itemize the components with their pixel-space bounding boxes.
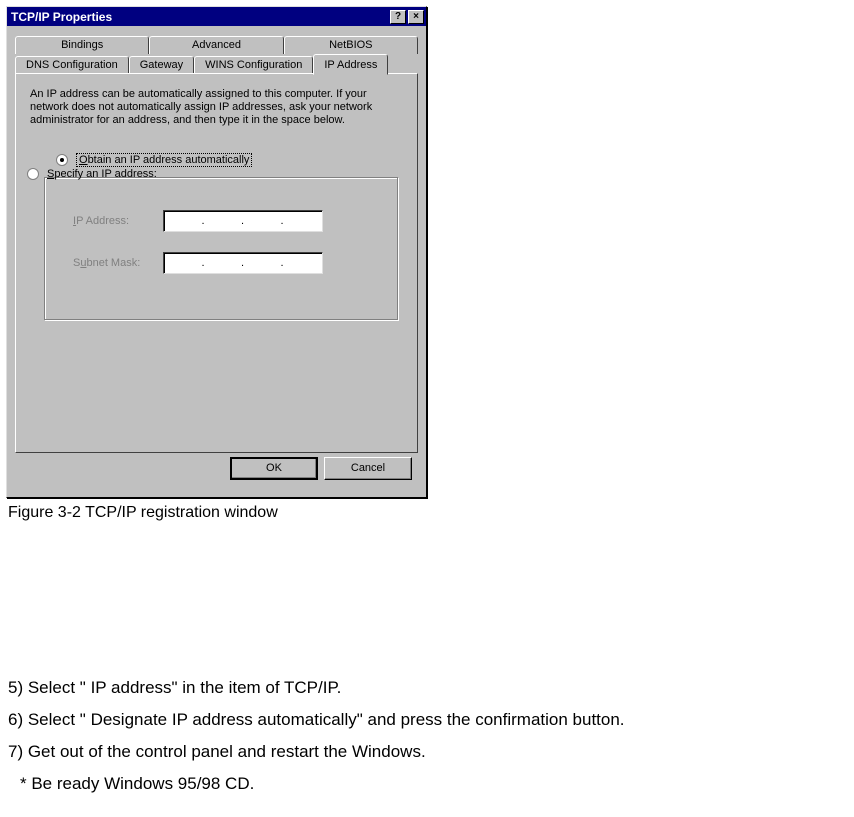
subnet-seg-4[interactable]: [283, 253, 323, 273]
radio-icon: [27, 168, 39, 180]
step-note: * Be ready Windows 95/98 CD.: [20, 768, 848, 800]
specify-ip-fieldset: Specify an IP address: IP Address: Subne…: [44, 177, 399, 321]
titlebar[interactable]: TCP/IP Properties ? ×: [7, 7, 426, 26]
radio-specify[interactable]: Specify an IP address:: [27, 168, 157, 180]
step-6: 6) Select " Designate IP address automat…: [8, 704, 848, 736]
subnet-mask-input[interactable]: [163, 252, 323, 274]
ok-button[interactable]: OK: [230, 457, 318, 480]
tab-bindings[interactable]: Bindings: [15, 36, 149, 54]
subnet-mask-label: Subnet Mask:: [73, 257, 163, 269]
radio-icon: [56, 154, 68, 166]
titlebar-title: TCP/IP Properties: [11, 10, 388, 24]
help-button[interactable]: ?: [390, 10, 406, 24]
ip-seg-3[interactable]: [243, 211, 283, 231]
tab-netbios[interactable]: NetBIOS: [284, 36, 418, 54]
radio-obtain-auto-label: Obtain an IP address automatically: [76, 153, 252, 167]
ip-address-panel: An IP address can be automatically assig…: [15, 73, 418, 453]
tab-advanced[interactable]: Advanced: [149, 36, 283, 54]
tab-wins-configuration[interactable]: WINS Configuration: [194, 56, 313, 74]
ip-seg-2[interactable]: [204, 211, 244, 231]
tab-row-back: Bindings Advanced NetBIOS: [15, 34, 418, 54]
subnet-seg-1[interactable]: [164, 253, 204, 273]
ip-seg-1[interactable]: [164, 211, 204, 231]
dialog-body: Bindings Advanced NetBIOS DNS Configurat…: [7, 26, 426, 497]
instruction-text: 5) Select " IP address" in the item of T…: [6, 672, 848, 800]
figure-caption: Figure 3-2 TCP/IP registration window: [8, 504, 848, 522]
cancel-button[interactable]: Cancel: [324, 457, 412, 480]
tab-ip-address[interactable]: IP Address: [313, 54, 388, 75]
subnet-mask-row: Subnet Mask:: [73, 252, 370, 274]
step-7: 7) Get out of the control panel and rest…: [8, 736, 848, 768]
ip-seg-4[interactable]: [283, 211, 323, 231]
radio-obtain-auto[interactable]: Obtain an IP address automatically: [56, 153, 405, 167]
tab-dns-configuration[interactable]: DNS Configuration: [15, 56, 129, 74]
tab-row-front: DNS Configuration Gateway WINS Configura…: [15, 54, 418, 74]
close-button[interactable]: ×: [408, 10, 424, 24]
subnet-seg-2[interactable]: [204, 253, 244, 273]
tab-gateway[interactable]: Gateway: [129, 56, 194, 74]
ip-address-row: IP Address:: [73, 210, 370, 232]
ip-address-input[interactable]: [163, 210, 323, 232]
subnet-seg-3[interactable]: [243, 253, 283, 273]
radio-specify-label: Specify an IP address:: [47, 168, 157, 180]
tcpip-properties-dialog: TCP/IP Properties ? × Bindings Advanced …: [6, 6, 427, 498]
step-5: 5) Select " IP address" in the item of T…: [8, 672, 848, 704]
panel-description: An IP address can be automatically assig…: [30, 88, 401, 127]
ip-address-label: IP Address:: [73, 215, 163, 227]
dialog-button-row: OK Cancel: [15, 453, 418, 489]
